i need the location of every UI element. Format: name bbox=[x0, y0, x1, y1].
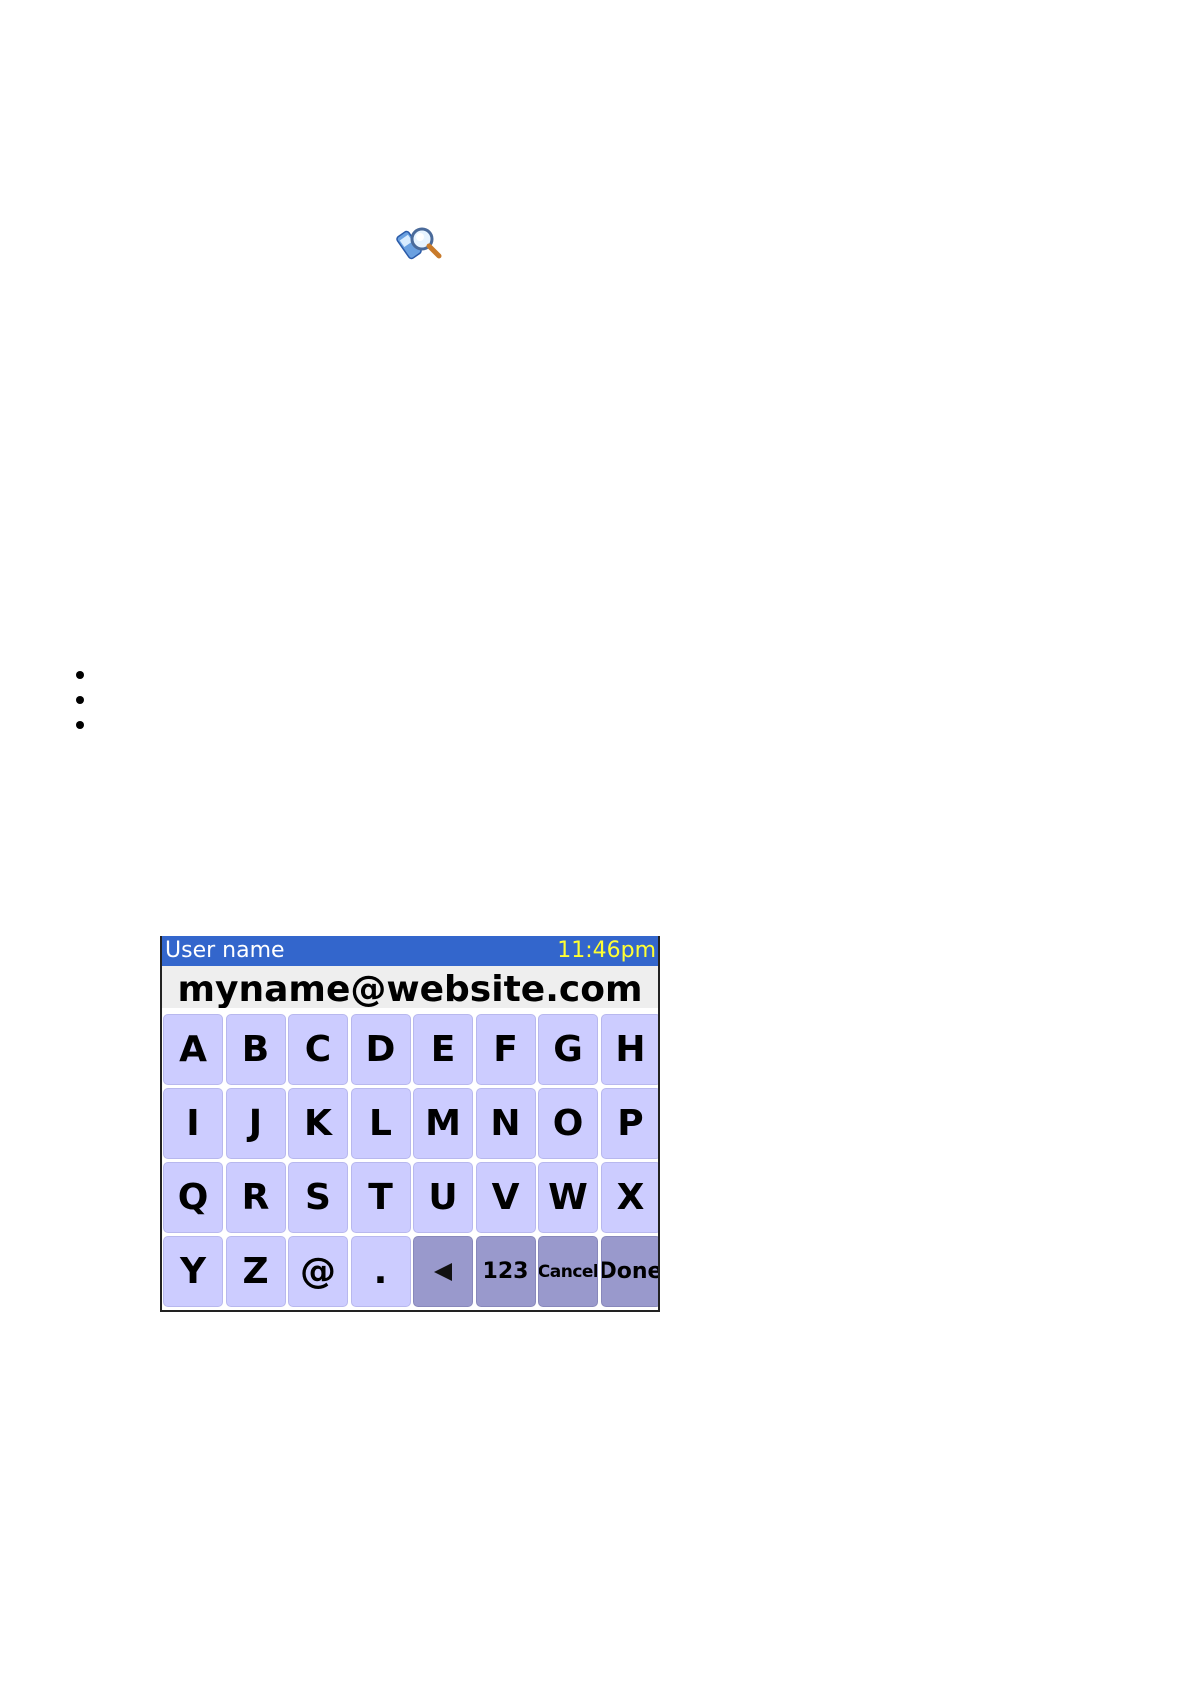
screen-title: User name bbox=[165, 938, 285, 963]
key-o[interactable]: O bbox=[538, 1088, 598, 1159]
key-period[interactable]: . bbox=[350, 1236, 411, 1307]
list-item bbox=[72, 714, 92, 739]
phone-magnifier-icon bbox=[396, 227, 442, 260]
backspace-arrow-icon bbox=[434, 1262, 452, 1281]
list-item bbox=[72, 664, 92, 689]
key-l[interactable]: L bbox=[350, 1088, 411, 1159]
key-r[interactable]: R bbox=[225, 1162, 286, 1233]
key-f[interactable]: F bbox=[475, 1014, 536, 1085]
key-c[interactable]: C bbox=[288, 1014, 348, 1085]
bullet-list bbox=[72, 664, 92, 739]
key-d[interactable]: D bbox=[350, 1014, 411, 1085]
cancel-button[interactable]: Cancel bbox=[538, 1236, 598, 1307]
title-bar: User name 11:46pm bbox=[162, 936, 658, 966]
key-a[interactable]: A bbox=[163, 1014, 223, 1085]
key-p[interactable]: P bbox=[600, 1088, 658, 1159]
key-t[interactable]: T bbox=[350, 1162, 411, 1233]
key-u[interactable]: U bbox=[413, 1162, 473, 1233]
on-screen-keyboard: A B C D E F G H I J K L M N O P Q R S T … bbox=[162, 1014, 658, 1307]
key-i[interactable]: I bbox=[163, 1088, 223, 1159]
key-k[interactable]: K bbox=[288, 1088, 348, 1159]
numbers-button[interactable]: 123 bbox=[475, 1236, 536, 1307]
device-screen: User name 11:46pm myname@website.com A B… bbox=[160, 936, 660, 1312]
username-input[interactable]: myname@website.com bbox=[162, 966, 658, 1008]
key-x[interactable]: X bbox=[600, 1162, 658, 1233]
key-z[interactable]: Z bbox=[225, 1236, 286, 1307]
key-n[interactable]: N bbox=[475, 1088, 536, 1159]
backspace-button[interactable] bbox=[413, 1236, 473, 1307]
key-h[interactable]: H bbox=[600, 1014, 658, 1085]
key-y[interactable]: Y bbox=[163, 1236, 223, 1307]
clock: 11:46pm bbox=[557, 938, 656, 963]
key-e[interactable]: E bbox=[413, 1014, 473, 1085]
key-m[interactable]: M bbox=[413, 1088, 473, 1159]
key-b[interactable]: B bbox=[225, 1014, 286, 1085]
key-s[interactable]: S bbox=[288, 1162, 348, 1233]
done-button[interactable]: Done bbox=[600, 1236, 658, 1307]
key-q[interactable]: Q bbox=[163, 1162, 223, 1233]
key-at[interactable]: @ bbox=[288, 1236, 348, 1307]
key-w[interactable]: W bbox=[538, 1162, 598, 1233]
key-j[interactable]: J bbox=[225, 1088, 286, 1159]
list-item bbox=[72, 689, 92, 714]
key-g[interactable]: G bbox=[538, 1014, 598, 1085]
key-v[interactable]: V bbox=[475, 1162, 536, 1233]
